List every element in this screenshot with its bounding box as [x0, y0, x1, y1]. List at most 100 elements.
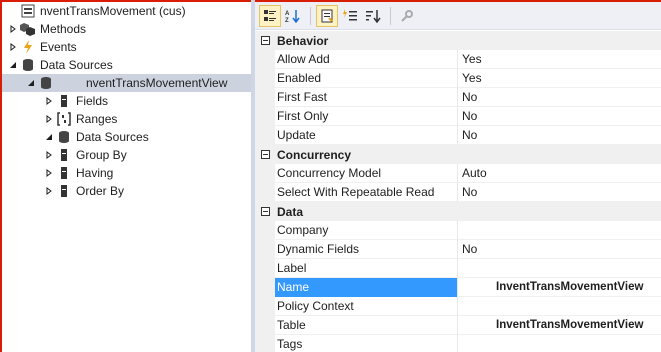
property-name[interactable]: Dynamic Fields	[275, 240, 458, 259]
tree-item-label: Order By	[76, 184, 125, 198]
property-row[interactable]: Name InventTransMovementView	[255, 278, 661, 297]
tree-item[interactable]: nventTransMovement (cus)	[2, 2, 251, 20]
property-value[interactable]: Yes	[458, 50, 661, 69]
ranges-icon	[56, 111, 72, 127]
expand-arrow-icon[interactable]	[6, 20, 20, 38]
property-value[interactable]	[458, 297, 661, 316]
tree-item-label: Data Sources	[76, 130, 149, 144]
property-row[interactable]: Tags	[255, 335, 661, 352]
property-name[interactable]: Policy Context	[275, 297, 458, 316]
tree-item-label: Having	[76, 166, 114, 180]
property-row[interactable]: Company	[255, 221, 661, 240]
expand-arrow-icon[interactable]	[42, 164, 56, 182]
tree-item[interactable]: Having	[2, 164, 251, 182]
expand-arrow-icon[interactable]	[42, 182, 56, 200]
property-value[interactable]: InventTransMovementView	[458, 278, 661, 297]
property-name[interactable]: Tags	[275, 335, 458, 352]
tree-item[interactable]: Group By	[2, 146, 251, 164]
property-row[interactable]: Enabled Yes	[255, 69, 661, 88]
categorized-icon[interactable]	[259, 4, 281, 27]
collapse-arrow-icon[interactable]	[24, 74, 38, 92]
tree-item[interactable]: nventTransMovementView	[2, 74, 251, 92]
property-value[interactable]: InventTransMovementView	[458, 316, 661, 335]
property-row[interactable]: First Fast No	[255, 88, 661, 107]
tree-item[interactable]: Data Sources	[2, 56, 251, 74]
property-value[interactable]	[458, 259, 661, 278]
property-toolbar: AZ	[255, 2, 661, 30]
category-header[interactable]: Behavior	[255, 31, 661, 50]
row-gutter	[255, 259, 275, 278]
expand-arrow-icon[interactable]	[6, 38, 20, 56]
tree-item-label: Group By	[76, 148, 127, 162]
database-icon	[20, 57, 36, 73]
property-name[interactable]: First Fast	[275, 88, 458, 107]
property-value[interactable]: No	[458, 107, 661, 126]
properties-icon[interactable]	[316, 4, 338, 27]
property-value[interactable]: No	[458, 126, 661, 145]
property-name[interactable]: Label	[275, 259, 458, 278]
events-list-icon[interactable]	[339, 5, 361, 27]
collapse-box-icon[interactable]	[255, 202, 275, 221]
property-row[interactable]: Concurrency Model Auto	[255, 164, 661, 183]
property-value[interactable]: No	[458, 240, 661, 259]
property-name[interactable]: Select With Repeatable Read	[275, 183, 458, 202]
tree-item-label: nventTransMovementView	[86, 76, 228, 90]
property-row[interactable]: First Only No	[255, 107, 661, 126]
property-row[interactable]: Label	[255, 259, 661, 278]
row-gutter	[255, 183, 275, 202]
tree-item-label: nventTransMovement (cus)	[40, 4, 186, 18]
expand-arrow-icon[interactable]	[42, 110, 56, 128]
property-name[interactable]: Allow Add	[275, 50, 458, 69]
property-row[interactable]: Table InventTransMovementView	[255, 316, 661, 335]
property-name[interactable]: Concurrency Model	[275, 164, 458, 183]
property-grid: AZ Behavior Allow Add Yes Enabled Yes First F…	[255, 2, 661, 352]
groupby-icon	[56, 147, 72, 163]
property-row[interactable]: Dynamic Fields No	[255, 240, 661, 259]
alphabetical-icon[interactable]: AZ	[282, 5, 304, 27]
property-name[interactable]: Name	[275, 278, 458, 297]
tree-item[interactable]: Ranges	[2, 110, 251, 128]
property-row[interactable]: Update No	[255, 126, 661, 145]
svg-text:A: A	[285, 11, 290, 17]
tree-item-label: Events	[40, 40, 77, 54]
category-header[interactable]: Concurrency	[255, 145, 661, 164]
tree-item[interactable]: Fields	[2, 92, 251, 110]
property-name[interactable]: First Only	[275, 107, 458, 126]
property-value[interactable]: No	[458, 88, 661, 107]
expand-arrow-icon[interactable]	[42, 92, 56, 110]
form-icon	[20, 3, 36, 19]
expand-arrow-icon[interactable]	[42, 146, 56, 164]
row-gutter	[255, 240, 275, 259]
property-value[interactable]: Auto	[458, 164, 661, 183]
property-row[interactable]: Allow Add Yes	[255, 50, 661, 69]
property-value[interactable]	[458, 221, 661, 240]
collapse-box-icon[interactable]	[255, 31, 275, 50]
collapse-arrow-icon[interactable]	[6, 56, 20, 74]
property-value[interactable]: No	[458, 183, 661, 202]
property-row[interactable]: Select With Repeatable Read No	[255, 183, 661, 202]
row-gutter	[255, 88, 275, 107]
tree-item[interactable]: Order By	[2, 182, 251, 200]
database-icon	[56, 129, 72, 145]
collapse-arrow-icon[interactable]	[42, 128, 56, 146]
property-name[interactable]: Company	[275, 221, 458, 240]
wrench-icon[interactable]	[396, 5, 418, 27]
category-header[interactable]: Data	[255, 202, 661, 221]
row-gutter	[255, 126, 275, 145]
sort-icon[interactable]	[362, 5, 384, 27]
property-name[interactable]: Table	[275, 316, 458, 335]
property-value[interactable]: Yes	[458, 69, 661, 88]
property-value[interactable]	[458, 335, 661, 352]
tree-item[interactable]: Data Sources	[2, 128, 251, 146]
property-row[interactable]: Policy Context	[255, 297, 661, 316]
row-gutter	[255, 107, 275, 126]
collapse-box-icon[interactable]	[255, 145, 275, 164]
element-tree[interactable]: nventTransMovement (cus) Methods Events Dat…	[2, 2, 251, 352]
tree-item[interactable]: Methods	[2, 20, 251, 38]
tree-item-label: Methods	[40, 22, 87, 36]
property-name[interactable]: Update	[275, 126, 458, 145]
methods-icon	[20, 21, 36, 37]
property-name[interactable]: Enabled	[275, 69, 458, 88]
tree-item[interactable]: Events	[2, 38, 251, 56]
